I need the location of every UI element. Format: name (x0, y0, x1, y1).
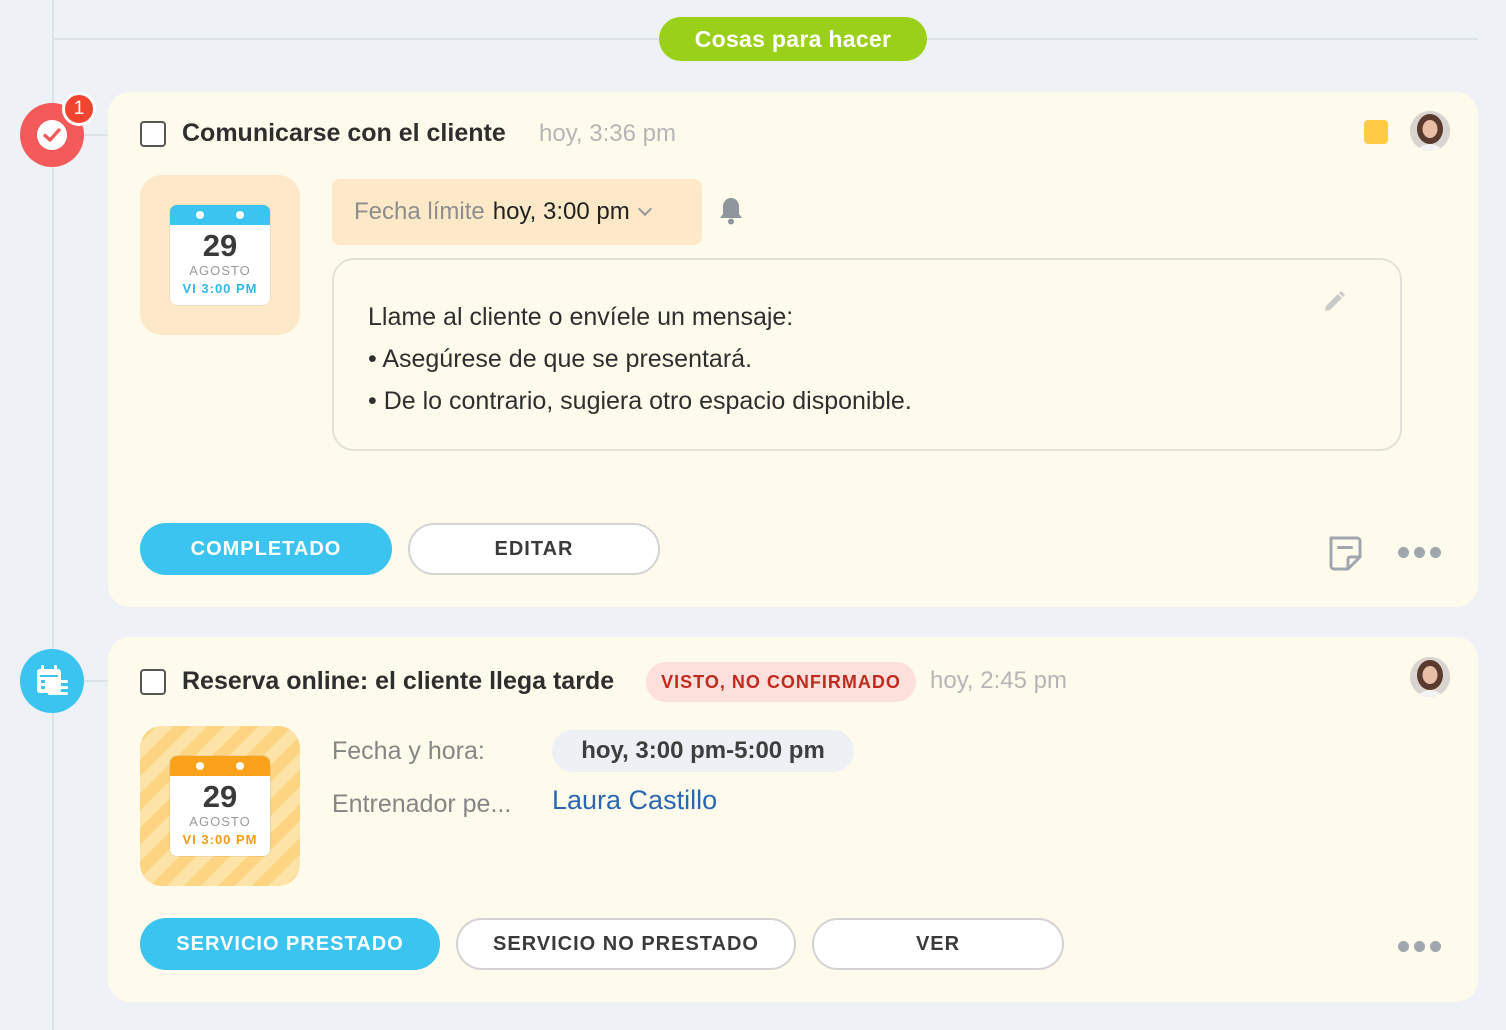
more-dots-icon (1398, 941, 1409, 952)
calendar-day: 29 (202, 228, 238, 263)
bell-icon (720, 198, 742, 225)
note-line: • De lo contrario, sugiera otro espacio … (368, 387, 912, 415)
more-options-button[interactable] (1398, 547, 1441, 558)
timeline-connector (84, 134, 108, 136)
booking-calendar-tile: 29 AGOSTO VI 3:00 PM (140, 726, 300, 886)
timeline-connector (84, 680, 108, 682)
note-line: • Asegúrese de que se presentará. (368, 345, 753, 373)
calendar-date-icon: 29 AGOSTO VI 3:00 PM (170, 756, 270, 856)
trainer-label: Entrenador pe... (332, 790, 512, 818)
deadline-label: Fecha límite (354, 198, 485, 225)
service-provided-button[interactable]: SERVICIO PRESTADO (140, 918, 440, 970)
status-badge: VISTO, NO CONFIRMADO (646, 662, 916, 702)
edit-button[interactable]: EDITAR (408, 523, 660, 575)
calendar-time: VI 3:00 PM (182, 832, 258, 847)
pencil-icon (1325, 291, 1345, 311)
deadline-value: hoy, 3:00 pm (492, 198, 630, 225)
assignee-avatar[interactable] (1410, 657, 1450, 697)
user-avatar-icon (1410, 657, 1450, 697)
chevron-down-icon (637, 201, 652, 217)
edit-note-button[interactable] (1322, 290, 1346, 319)
add-note-button[interactable] (1326, 535, 1362, 576)
view-button[interactable]: VER (812, 918, 1064, 970)
booking-timeline-marker (20, 649, 84, 713)
date-label: Fecha y hora: (332, 737, 485, 765)
task-card: Comunicarse con el cliente hoy, 3:36 pm … (108, 92, 1478, 607)
booking-title: Reserva online: el cliente llega tarde (182, 667, 615, 695)
section-label-pill: Cosas para hacer (659, 17, 927, 61)
check-circle-icon (37, 120, 67, 150)
calendar-month: AGOSTO (189, 263, 251, 278)
task-complete-checkbox[interactable] (140, 121, 166, 147)
calendar-month: AGOSTO (189, 814, 251, 829)
more-options-button[interactable] (1398, 941, 1441, 952)
calendar-list-icon (37, 665, 68, 695)
calendar-time: VI 3:00 PM (182, 281, 258, 296)
user-avatar-icon (1410, 111, 1450, 151)
sticky-note-icon (1329, 536, 1362, 571)
reminder-bell[interactable] (718, 196, 744, 231)
task-note: Llame al cliente o envíele un mensaje: •… (332, 258, 1402, 451)
more-dots-icon (1398, 547, 1409, 558)
booking-datetime: hoy, 3:00 pm-5:00 pm (552, 730, 854, 772)
service-not-provided-button[interactable]: SERVICIO NO PRESTADO (456, 918, 796, 970)
booking-timestamp: hoy, 2:45 pm (930, 667, 1067, 694)
deadline-dropdown[interactable]: Fecha límite hoy, 3:00 pm (332, 179, 702, 245)
calendar-date-icon: 29 AGOSTO VI 3:00 PM (170, 205, 270, 305)
notification-badge: 1 (62, 92, 96, 126)
complete-button[interactable]: COMPLETADO (140, 523, 392, 575)
trainer-link[interactable]: Laura Castillo (552, 785, 717, 816)
assignee-avatar[interactable] (1410, 111, 1450, 151)
task-timestamp: hoy, 3:36 pm (539, 120, 676, 147)
color-tag[interactable] (1364, 120, 1388, 144)
booking-card: Reserva online: el cliente llega tarde V… (108, 637, 1478, 1002)
calendar-day: 29 (202, 779, 238, 814)
booking-checkbox[interactable] (140, 669, 166, 695)
task-title: Comunicarse con el cliente (182, 119, 506, 147)
task-calendar-tile: 29 AGOSTO VI 3:00 PM (140, 175, 300, 335)
note-line: Llame al cliente o envíele un mensaje: (368, 303, 794, 331)
